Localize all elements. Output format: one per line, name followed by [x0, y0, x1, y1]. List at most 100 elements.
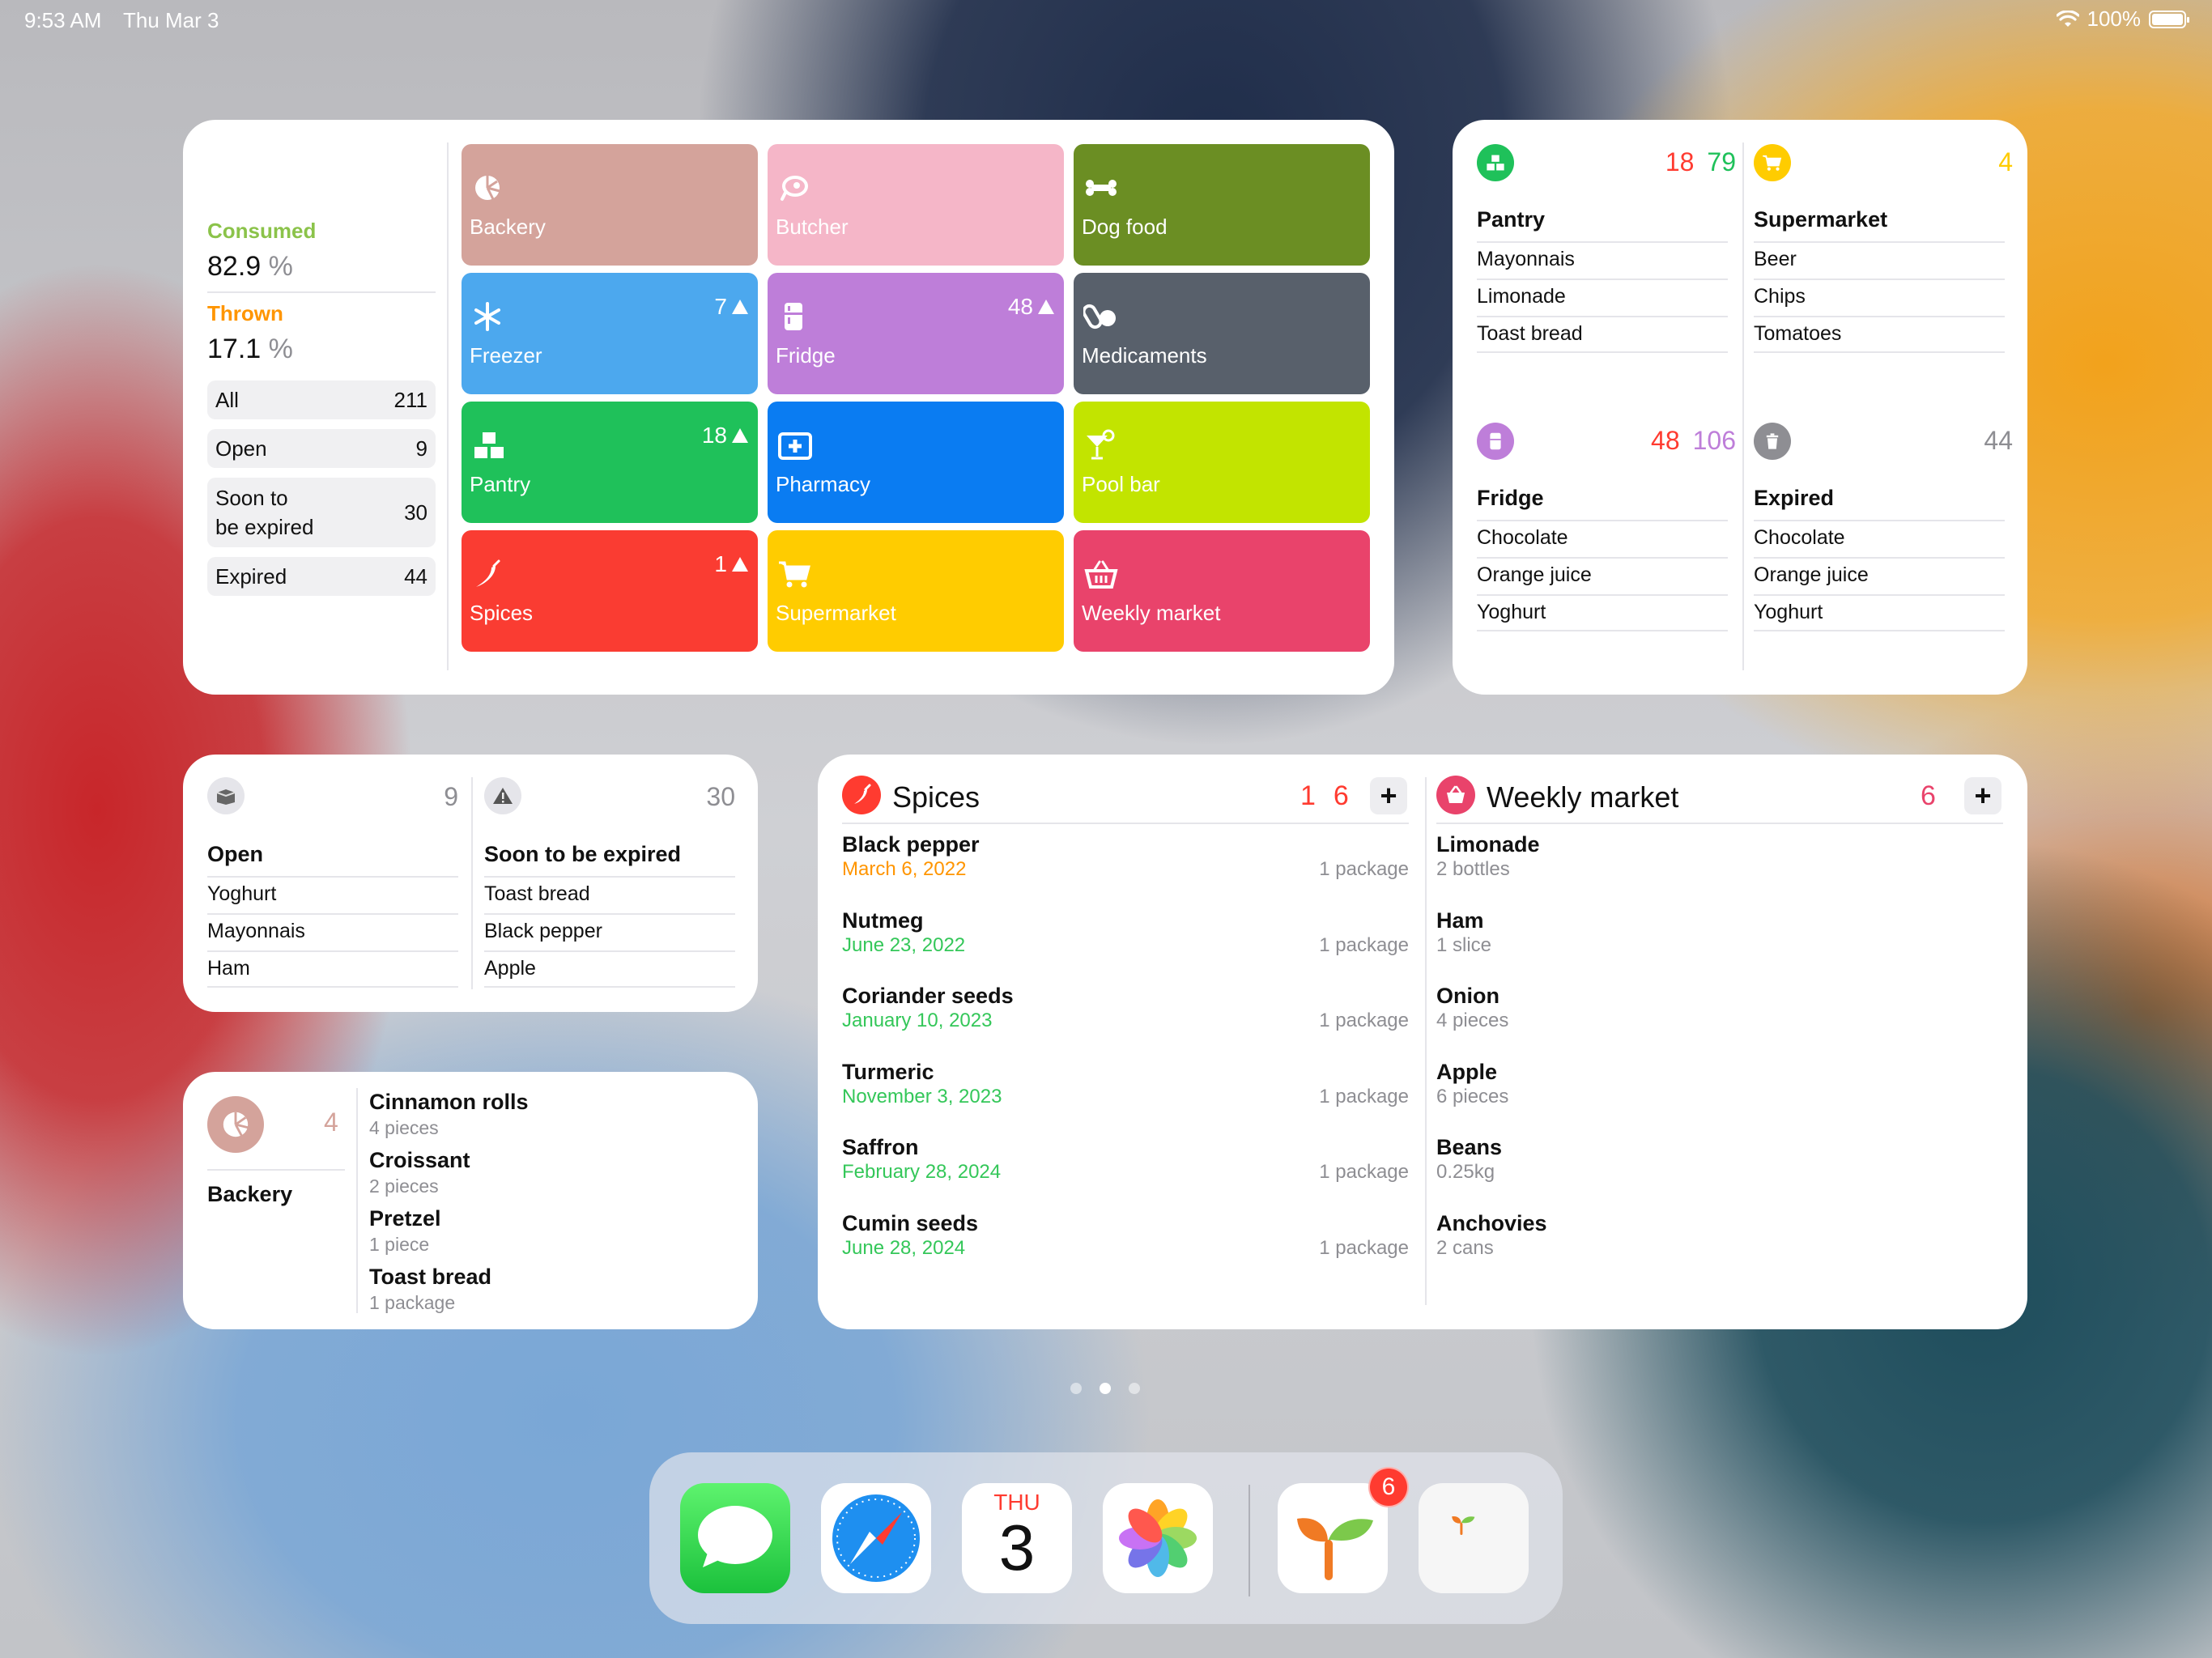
- list-item[interactable]: Toast bread: [1477, 316, 1728, 353]
- list-item[interactable]: Yoghurt: [207, 876, 458, 908]
- group-pantry[interactable]: 18 79 Pantry Mayonnais Limonade Toast bread: [1477, 142, 1736, 385]
- tile-pharmacy[interactable]: Pharmacy: [768, 402, 1064, 523]
- list-item[interactable]: Chips: [1754, 278, 2005, 311]
- stat-row-soon-expired[interactable]: Soon to be expired 30: [207, 478, 436, 547]
- status-soon-to-be-expired[interactable]: 30 Soon to be expired Toast bread Black pep…: [484, 777, 735, 996]
- market-item-name[interactable]: Ham: [1436, 908, 1484, 933]
- tile-pool-bar[interactable]: Pool bar: [1074, 402, 1370, 523]
- cocktail-icon: [1083, 429, 1116, 461]
- market-item-qty: 0.25kg: [1436, 1161, 1495, 1183]
- page-dot-active[interactable]: [1100, 1383, 1111, 1394]
- backery-item-name[interactable]: Pretzel: [369, 1206, 441, 1231]
- tile-spices[interactable]: Spices 1: [462, 530, 758, 652]
- spice-item-name[interactable]: Turmeric: [842, 1060, 934, 1085]
- tile-supermarket[interactable]: Supermarket: [768, 530, 1064, 652]
- tile-butcher[interactable]: Butcher: [768, 144, 1064, 266]
- status-name: Open: [207, 842, 264, 866]
- spice-item-name[interactable]: Nutmeg: [842, 908, 924, 933]
- spice-item-qty: 1 package: [1319, 1161, 1409, 1183]
- safari-app-icon[interactable]: [821, 1483, 931, 1593]
- page-dot[interactable]: [1070, 1383, 1082, 1394]
- list-item[interactable]: Limonade: [1477, 278, 1728, 311]
- group-fridge[interactable]: 48 106 Fridge Chocolate Orange juice Yoghurt: [1477, 421, 1736, 664]
- stat-row-all[interactable]: All 211: [207, 380, 436, 419]
- list-item[interactable]: Ham: [207, 950, 458, 988]
- list-item[interactable]: Mayonnais: [1477, 241, 1728, 274]
- list-item[interactable]: Tomatoes: [1754, 316, 2005, 353]
- tile-medicaments[interactable]: Medicaments: [1074, 273, 1370, 394]
- stat-row-open[interactable]: Open 9: [207, 429, 436, 468]
- list-item[interactable]: Yoghurt: [1754, 594, 2005, 631]
- spice-item-date: June 23, 2022: [842, 933, 966, 956]
- groups-widget[interactable]: 18 79 Pantry Mayonnais Limonade Toast bread 4 S…: [1453, 120, 2027, 695]
- messages-app-icon[interactable]: [680, 1483, 790, 1593]
- group-supermarket[interactable]: 4 Supermarket Beer Chips Tomatoes: [1754, 142, 2013, 385]
- tile-label: Supermarket: [776, 601, 896, 625]
- market-item-name[interactable]: Limonade: [1436, 832, 1540, 857]
- market-item-name[interactable]: Beans: [1436, 1135, 1502, 1160]
- market-item-name[interactable]: Anchovies: [1436, 1211, 1547, 1236]
- divider: [207, 291, 436, 293]
- list-item[interactable]: Orange juice: [1477, 557, 1728, 589]
- backery-item-name[interactable]: Croissant: [369, 1148, 470, 1173]
- battery-percent: 100%: [2087, 6, 2142, 31]
- add-spice-button[interactable]: +: [1370, 777, 1407, 814]
- list-item[interactable]: Orange juice: [1754, 557, 2005, 589]
- tile-label: Dog food: [1082, 215, 1168, 239]
- status-open[interactable]: 9 Open Yoghurt Mayonnais Ham: [207, 777, 458, 996]
- dock: THU 3 6: [649, 1452, 1563, 1624]
- page-indicator[interactable]: [1070, 1383, 1140, 1394]
- market-item-name[interactable]: Apple: [1436, 1060, 1497, 1085]
- divider: [447, 142, 449, 670]
- tile-freezer[interactable]: Freezer 7: [462, 273, 758, 394]
- stat-row-expired[interactable]: Expired 44: [207, 557, 436, 596]
- backery-item-name[interactable]: Cinnamon rolls: [369, 1090, 529, 1115]
- photos-app-icon[interactable]: [1103, 1483, 1213, 1593]
- market-item-name[interactable]: Onion: [1436, 984, 1499, 1009]
- list-item[interactable]: Toast bread: [484, 876, 735, 908]
- spice-item-name[interactable]: Saffron: [842, 1135, 919, 1160]
- lists-widget[interactable]: Spices 1 6 + Black pepper March 6, 2022 1 …: [818, 755, 2027, 1329]
- list-item[interactable]: Chocolate: [1754, 520, 2005, 552]
- market-item-qty: 2 cans: [1436, 1236, 1494, 1259]
- spice-item-name[interactable]: Black pepper: [842, 832, 980, 857]
- backery-widget[interactable]: 4 Backery Cinnamon rolls 4 pieces Croissan…: [183, 1072, 758, 1329]
- market-count: 6: [1921, 780, 1936, 811]
- tile-backery[interactable]: Backery: [462, 144, 758, 266]
- tile-dog-food[interactable]: Dog food: [1074, 144, 1370, 266]
- backery-item-qty: 2 pieces: [369, 1175, 439, 1197]
- warning-icon: [732, 557, 748, 572]
- warning-icon: [1038, 300, 1054, 314]
- croissant-icon: [471, 172, 504, 204]
- list-item[interactable]: Chocolate: [1477, 520, 1728, 552]
- tile-pantry[interactable]: Pantry 18: [462, 402, 758, 523]
- calendar-app-icon[interactable]: THU 3: [962, 1483, 1072, 1593]
- status-widget[interactable]: 9 Open Yoghurt Mayonnais Ham 30 Soon to be exp…: [183, 755, 758, 1012]
- backery-item-name[interactable]: Toast bread: [369, 1265, 491, 1290]
- add-market-item-button[interactable]: +: [1964, 777, 2001, 814]
- list-item[interactable]: Beer: [1754, 241, 2005, 274]
- list-item[interactable]: Yoghurt: [1477, 594, 1728, 631]
- divider: [471, 777, 473, 989]
- spice-item-name[interactable]: Coriander seeds: [842, 984, 1014, 1009]
- list-item[interactable]: Black pepper: [484, 913, 735, 946]
- medkit-icon: [777, 429, 812, 461]
- group-expired[interactable]: 44 Expired Chocolate Orange juice Yoghurt: [1754, 421, 2013, 664]
- pantry-widget-app-icon[interactable]: [1419, 1483, 1529, 1593]
- spice-item-name[interactable]: Cumin seeds: [842, 1211, 978, 1236]
- tile-label: Pantry: [470, 472, 531, 496]
- page-dot[interactable]: [1129, 1383, 1140, 1394]
- market-item-qty: 6 pieces: [1436, 1085, 1509, 1107]
- spice-item-date: February 28, 2024: [842, 1161, 1002, 1183]
- tile-fridge[interactable]: Fridge 48: [768, 273, 1064, 394]
- status-count: 9: [444, 782, 458, 811]
- overview-widget[interactable]: Consumed 82.9 % Thrown 17.1 % All 211 Ope…: [183, 120, 1394, 695]
- pantry-app-icon[interactable]: [1278, 1483, 1388, 1593]
- status-right: 100%: [2056, 6, 2189, 32]
- group-counts: 44: [1984, 426, 2013, 455]
- tile-weekly-market[interactable]: Weekly market: [1074, 530, 1370, 652]
- group-name: Pantry: [1477, 207, 1546, 232]
- thrown-value: 17.1 %: [207, 334, 293, 364]
- list-item[interactable]: Mayonnais: [207, 913, 458, 946]
- list-item[interactable]: Apple: [484, 950, 735, 988]
